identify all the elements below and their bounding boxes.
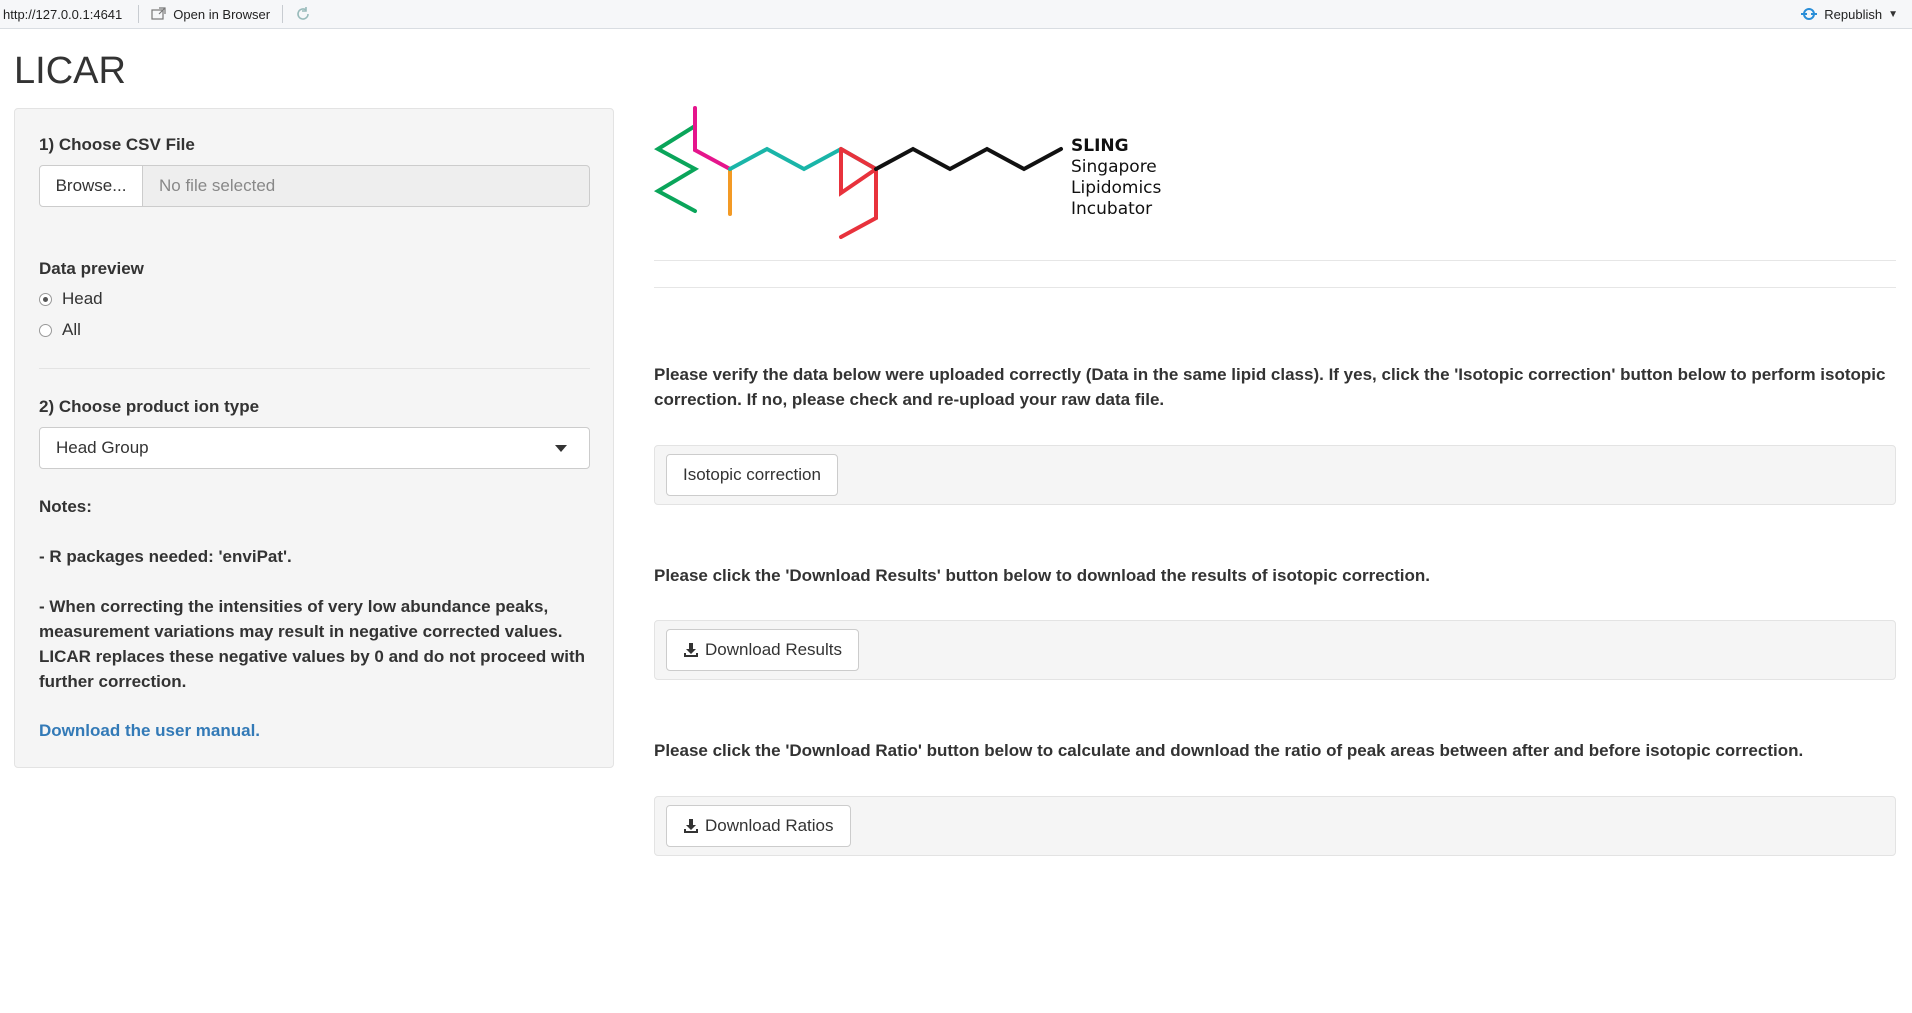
republish-label: Republish — [1824, 6, 1883, 22]
logo-green-stroke — [653, 124, 700, 213]
sling-logo: SLING Singapore Lipidomics Incubator — [653, 106, 1162, 239]
download-results-button[interactable]: Download Results — [666, 629, 860, 671]
download-ratios-button[interactable]: Download Ratios — [666, 805, 851, 847]
data-preview-label: Data preview — [39, 259, 144, 278]
dropdown-arrow-icon[interactable] — [555, 445, 567, 452]
download-icon — [684, 819, 698, 833]
select-value: Head Group — [56, 438, 149, 457]
divider — [654, 287, 1896, 288]
button-label: Isotopic correction — [683, 465, 821, 484]
sidebar-panel: 1) Choose CSV File Browse... No file sel… — [14, 108, 614, 768]
radio-unselected-icon[interactable] — [39, 323, 52, 337]
results-instructions: Please click the 'Download Results' butt… — [654, 566, 1431, 585]
refresh-button[interactable] — [289, 6, 317, 22]
open-in-browser-button[interactable]: Open in Browser — [145, 7, 276, 22]
logo-red-stroke — [839, 147, 880, 197]
isotopic-correction-button[interactable]: Isotopic correction — [666, 454, 838, 496]
notes-item: - R packages needed: 'enviPat'. — [39, 547, 292, 566]
logo-line-1: Singapore — [1071, 157, 1157, 177]
logo-magenta-stroke — [693, 106, 732, 171]
radio-label: Head — [62, 289, 103, 308]
file-input-label: 1) Choose CSV File — [39, 135, 195, 154]
button-label: Download Ratios — [705, 816, 834, 835]
open-window-icon — [151, 7, 166, 20]
logo-name: SLING — [1071, 136, 1129, 156]
results-well: Download Results — [654, 620, 1896, 680]
file-name-field[interactable]: No file selected — [143, 165, 590, 207]
notes-item: - When correcting the intensities of ver… — [39, 597, 586, 691]
product-ion-select[interactable]: Head Group — [39, 427, 590, 469]
toolbar-divider — [282, 5, 284, 23]
logo-teal-stroke — [728, 146, 878, 172]
verify-instructions: Please verify the data below were upload… — [654, 365, 1886, 409]
viewer-toolbar: http://127.0.0.1:4641 Open in Browser Re… — [0, 0, 1912, 29]
logo-line-3: Incubator — [1071, 199, 1152, 219]
radio-option-head[interactable]: Head — [39, 289, 103, 309]
logo-black-chain — [874, 146, 1063, 172]
divider — [654, 260, 1896, 261]
notes-section: Notes: - R packages needed: 'enviPat'. -… — [39, 494, 599, 719]
product-ion-label: 2) Choose product ion type — [39, 397, 260, 416]
divider — [39, 368, 590, 369]
download-manual-link[interactable]: Download the user manual. — [39, 721, 260, 741]
logo-line-2: Lipidomics — [1071, 178, 1162, 198]
radio-option-all[interactable]: All — [39, 320, 81, 340]
chevron-down-icon[interactable]: ▼ — [1888, 9, 1898, 20]
correction-well: Isotopic correction — [654, 445, 1896, 505]
republish-button[interactable]: Republish ▼ — [1800, 0, 1898, 28]
browse-button[interactable]: Browse... — [39, 165, 143, 207]
ratio-well: Download Ratios — [654, 796, 1896, 856]
radio-label: All — [62, 320, 81, 339]
page-title: LICAR — [14, 50, 126, 92]
url-display: http://127.0.0.1:4641 — [3, 6, 123, 22]
radio-selected-icon[interactable] — [39, 292, 52, 306]
button-label: Download Results — [705, 640, 843, 659]
notes-heading: Notes: — [39, 497, 92, 516]
open-in-browser-label: Open in Browser — [173, 6, 271, 22]
file-input: Browse... No file selected — [39, 165, 590, 207]
ratio-instructions: Please click the 'Download Ratio' button… — [654, 741, 1804, 760]
download-icon — [684, 643, 698, 657]
republish-icon — [1801, 8, 1818, 20]
refresh-icon — [297, 7, 309, 20]
toolbar-divider — [138, 5, 140, 23]
